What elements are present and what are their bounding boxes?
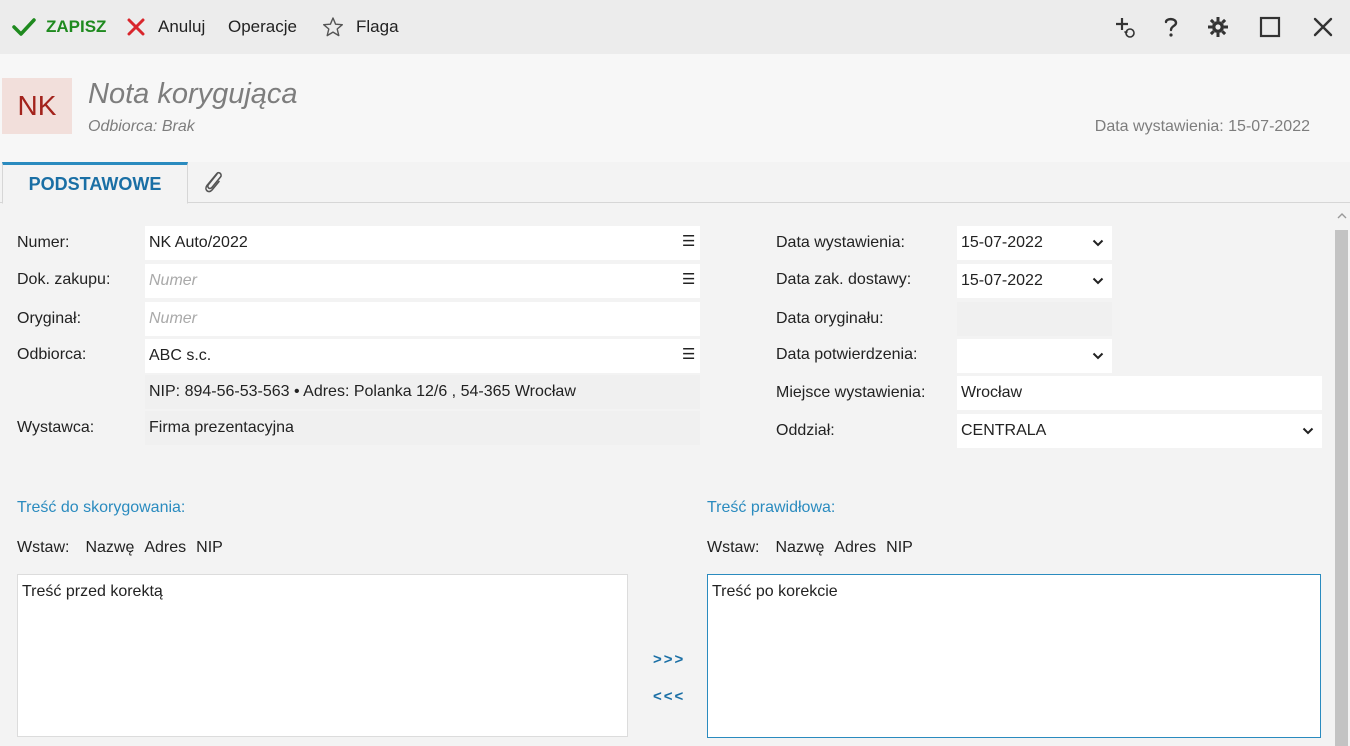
text-after-value: Treść po korekcie	[712, 583, 838, 600]
chevron-down-icon[interactable]	[1302, 425, 1314, 437]
help-icon[interactable]	[1156, 0, 1186, 54]
add-linked-icon[interactable]	[1110, 0, 1140, 54]
right-section-title: Treść prawidłowa:	[707, 499, 836, 516]
insert-address-link[interactable]: Adres	[144, 539, 186, 557]
document-issue-date: Data wystawienia: 15-07-2022	[1094, 118, 1310, 135]
copy-left-button[interactable]: <<<	[653, 688, 685, 705]
text-after-correction[interactable]: Treść po korekcie	[707, 574, 1321, 738]
issue-date-label: Data wystawienia:	[776, 234, 905, 251]
chevron-down-icon[interactable]	[1092, 275, 1104, 287]
text-before-value: Treść przed korektą	[22, 583, 163, 600]
purchase-doc-field[interactable]: Numer ☰	[145, 264, 700, 298]
operations-label: Operacje	[228, 17, 297, 36]
copy-right-button[interactable]: >>>	[653, 651, 685, 668]
insert-name-link[interactable]: Nazwę	[85, 539, 134, 557]
operations-button[interactable]: Operacje	[228, 0, 297, 54]
delivery-date-value: 15-07-2022	[961, 272, 1043, 289]
document-recipient: Odbiorca: Brak	[88, 118, 195, 135]
original-field[interactable]: Numer	[145, 302, 700, 336]
delivery-date-picker[interactable]: 15-07-2022	[957, 264, 1112, 298]
toolbar: ZAPISZ Anuluj Operacje Flaga	[0, 0, 1350, 54]
save-label: ZAPISZ	[46, 17, 107, 36]
left-section-title: Treść do skorygowania:	[17, 499, 186, 516]
confirm-date-picker[interactable]	[957, 339, 1112, 373]
issue-date-value: 15-07-2022	[961, 234, 1043, 251]
recipient-field[interactable]: ABC s.c. ☰	[145, 339, 700, 373]
number-field[interactable]: NK Auto/2022 ☰	[145, 226, 700, 260]
confirm-date-label: Data potwierdzenia:	[776, 346, 918, 363]
insert-label: Wstaw:	[707, 539, 760, 556]
issue-date-picker[interactable]: 15-07-2022	[957, 226, 1112, 260]
menu-icon[interactable]: ☰	[682, 347, 695, 363]
gear-icon[interactable]	[1203, 0, 1233, 54]
number-label: Numer:	[17, 234, 70, 251]
issuer-field: Firma prezentacyjna	[145, 411, 700, 445]
text-before-correction[interactable]: Treść przed korektą	[17, 574, 628, 737]
recipient-label: Odbiorca:	[17, 346, 87, 363]
checkmark-icon	[12, 18, 36, 36]
original-label: Oryginał:	[17, 310, 82, 327]
branch-select[interactable]: CENTRALA	[957, 414, 1322, 448]
document-header: NK Nota korygująca Odbiorca: Brak Data w…	[0, 54, 1350, 162]
place-value: Wrocław	[961, 384, 1023, 401]
issuer-value: Firma prezentacyjna	[149, 419, 294, 436]
paperclip-icon[interactable]	[200, 168, 228, 196]
recipient-value: ABC s.c.	[149, 347, 212, 364]
cancel-label: Anuluj	[158, 17, 206, 36]
recipient-info-text: NIP: 894-56-53-563 • Adres: Polanka 12/6…	[149, 383, 576, 400]
original-date-label: Data oryginału:	[776, 310, 884, 327]
maximize-icon[interactable]	[1255, 0, 1285, 54]
insert-name-link[interactable]: Nazwę	[775, 539, 824, 557]
menu-icon[interactable]: ☰	[682, 272, 695, 288]
save-button[interactable]: ZAPISZ	[12, 0, 106, 54]
branch-value: CENTRALA	[961, 422, 1047, 439]
recipient-info: NIP: 894-56-53-563 • Adres: Polanka 12/6…	[145, 375, 700, 409]
original-placeholder: Numer	[149, 310, 198, 327]
cancel-button[interactable]: Anuluj	[126, 0, 205, 54]
delivery-date-label: Data zak. dostawy:	[776, 271, 912, 288]
insert-nip-link[interactable]: NIP	[886, 539, 913, 557]
right-insert-row: Wstaw: Nazwę Adres NIP	[707, 539, 929, 557]
flag-label: Flaga	[356, 17, 399, 36]
star-icon	[323, 17, 343, 37]
branch-label: Oddział:	[776, 422, 835, 439]
menu-icon[interactable]: ☰	[682, 234, 695, 250]
insert-address-link[interactable]: Adres	[834, 539, 876, 557]
number-value: NK Auto/2022	[149, 234, 248, 251]
x-icon	[127, 18, 145, 36]
issuer-label: Wystawca:	[17, 419, 95, 436]
place-input[interactable]: Wrocław	[957, 376, 1322, 410]
scrollbar-thumb[interactable]	[1335, 230, 1348, 746]
purchase-doc-label: Dok. zakupu:	[17, 271, 111, 288]
chevron-down-icon[interactable]	[1092, 350, 1104, 362]
chevron-down-icon[interactable]	[1092, 237, 1104, 249]
document-type-badge: NK	[2, 78, 72, 134]
insert-nip-link[interactable]: NIP	[196, 539, 223, 557]
close-icon[interactable]	[1308, 0, 1338, 54]
tab-bar: PODSTAWOWE	[0, 162, 1350, 204]
purchase-doc-placeholder: Numer	[149, 272, 198, 289]
left-insert-row: Wstaw: Nazwę Adres NIP	[17, 539, 239, 557]
original-date-field	[957, 302, 1112, 336]
place-label: Miejsce wystawienia:	[776, 384, 926, 401]
scroll-up-icon[interactable]	[1336, 210, 1348, 222]
insert-label: Wstaw:	[17, 539, 70, 556]
document-title: Nota korygująca	[88, 78, 298, 110]
tab-basic[interactable]: PODSTAWOWE	[2, 162, 188, 204]
flag-button[interactable]: Flaga	[322, 0, 399, 54]
